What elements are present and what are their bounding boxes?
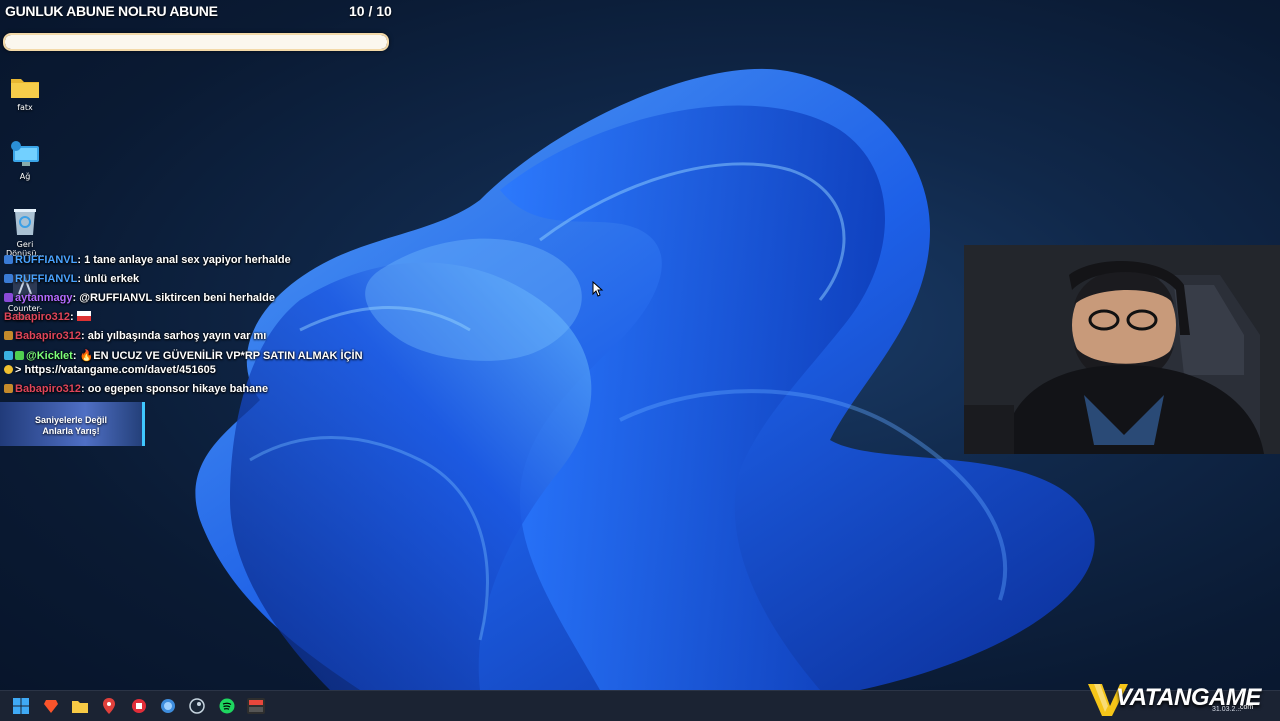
- desktop-icon-network[interactable]: Ağ: [0, 140, 50, 181]
- chat-username: RUFFIANVL: [15, 273, 78, 285]
- ad-banner: Saniyelerle Değil Anlarla Yarış!: [0, 402, 145, 446]
- start-button[interactable]: [10, 695, 32, 717]
- chat-username: Babapiro312: [4, 311, 71, 323]
- webcam-feed: [964, 245, 1280, 454]
- brave-icon: [44, 700, 58, 713]
- desktop-icon-label: Ağ: [19, 172, 31, 181]
- flag-emote-icon: [76, 311, 91, 321]
- desktop-icon-fatx[interactable]: fatx: [0, 75, 50, 112]
- chat-message: Babapiro312: oo egepen sponsor hikaye ba…: [4, 383, 268, 395]
- emoji-icon: [4, 365, 13, 374]
- folder-icon: [11, 79, 39, 98]
- goal-progress-bar: [3, 33, 389, 51]
- taskbar-spotify[interactable]: [216, 695, 238, 717]
- app-red-icon: [132, 699, 146, 713]
- badge-icon: [4, 274, 13, 283]
- taskbar-app-red[interactable]: [128, 695, 150, 717]
- chat-message: aytanmagy: @RUFFIANVL siktircen beni her…: [4, 292, 275, 304]
- chat-text: abi yılbaşında sarhoş yayın var mı: [87, 330, 267, 342]
- chat-username: RUFFIANVL: [15, 254, 78, 266]
- start-icon: [13, 698, 29, 714]
- desktop-icon-recycle-bin[interactable]: Geri Dönüşü...: [0, 206, 50, 258]
- taskbar-app-globe[interactable]: [157, 695, 179, 717]
- chat-text: @RUFFIANVL siktircen beni herhalde: [79, 292, 275, 304]
- streamer-image: [964, 245, 1280, 454]
- chat-text: ünlü erkek: [84, 273, 140, 285]
- chat-text: oo egepen sponsor hikaye bahane: [87, 383, 269, 395]
- network-icon: [11, 141, 39, 166]
- taskbar-file-explorer[interactable]: [69, 695, 91, 717]
- ad-banner-line1: Saniyelerle Değil: [34, 415, 108, 425]
- mouse-cursor-icon: [592, 281, 604, 297]
- maps-pin-icon: [103, 698, 115, 714]
- chat-message: RUFFIANVL: ünlü erkek: [4, 273, 139, 285]
- chat-message: Babapiro312:: [4, 311, 91, 323]
- chat-username: aytanmagy: [15, 292, 73, 304]
- taskbar-maps[interactable]: [98, 695, 120, 717]
- app-globe-icon: [161, 699, 175, 713]
- badge-icon: [15, 351, 24, 360]
- taskbar-brave[interactable]: [40, 695, 62, 717]
- taskbar-app-streamer[interactable]: [245, 695, 267, 717]
- goal-progress-fill: [5, 35, 387, 49]
- spotify-icon: [219, 698, 235, 714]
- recycle-bin-icon: [14, 209, 36, 235]
- badge-icon: [4, 293, 13, 302]
- chat-message: Babapiro312: abi yılbaşında sarhoş yayın…: [4, 330, 266, 342]
- chat-text: > https://vatangame.com/davet/451605: [15, 364, 216, 376]
- badge-icon: [4, 331, 13, 340]
- chat-message: > https://vatangame.com/davet/451605: [4, 364, 216, 376]
- chat-username: @Kicklet: [26, 350, 73, 362]
- ad-banner-line2: Anlarla Yarış!: [42, 426, 100, 436]
- badge-icon: [4, 351, 13, 360]
- badge-icon: [4, 384, 13, 393]
- taskbar-clock-date: 31.03.2...: [1212, 706, 1242, 713]
- goal-title: GUNLUK ABUNE NOLRU ABUNE: [5, 3, 218, 19]
- chat-username: Babapiro312: [15, 383, 82, 395]
- taskbar-steam[interactable]: [186, 695, 208, 717]
- chat-text: 🔥EN UCUZ VE GÜVENİLİR VP*RP SATIN ALMAK …: [79, 350, 363, 362]
- chat-message: RUFFIANVL: 1 tane anlaye anal sex yapiyo…: [4, 254, 291, 266]
- chat-text: 1 tane anlaye anal sex yapiyor herhalde: [84, 254, 291, 266]
- desktop-icon-label: fatx: [17, 103, 33, 112]
- goal-count: 10 / 10: [349, 3, 392, 19]
- steam-icon: [189, 698, 205, 714]
- file-explorer-icon: [72, 701, 88, 713]
- chat-username: Babapiro312: [15, 330, 82, 342]
- chat-message: @Kicklet: 🔥EN UCUZ VE GÜVENİLİR VP*RP SA…: [4, 349, 363, 362]
- badge-icon: [4, 255, 13, 264]
- app-streamer-icon: [247, 698, 265, 714]
